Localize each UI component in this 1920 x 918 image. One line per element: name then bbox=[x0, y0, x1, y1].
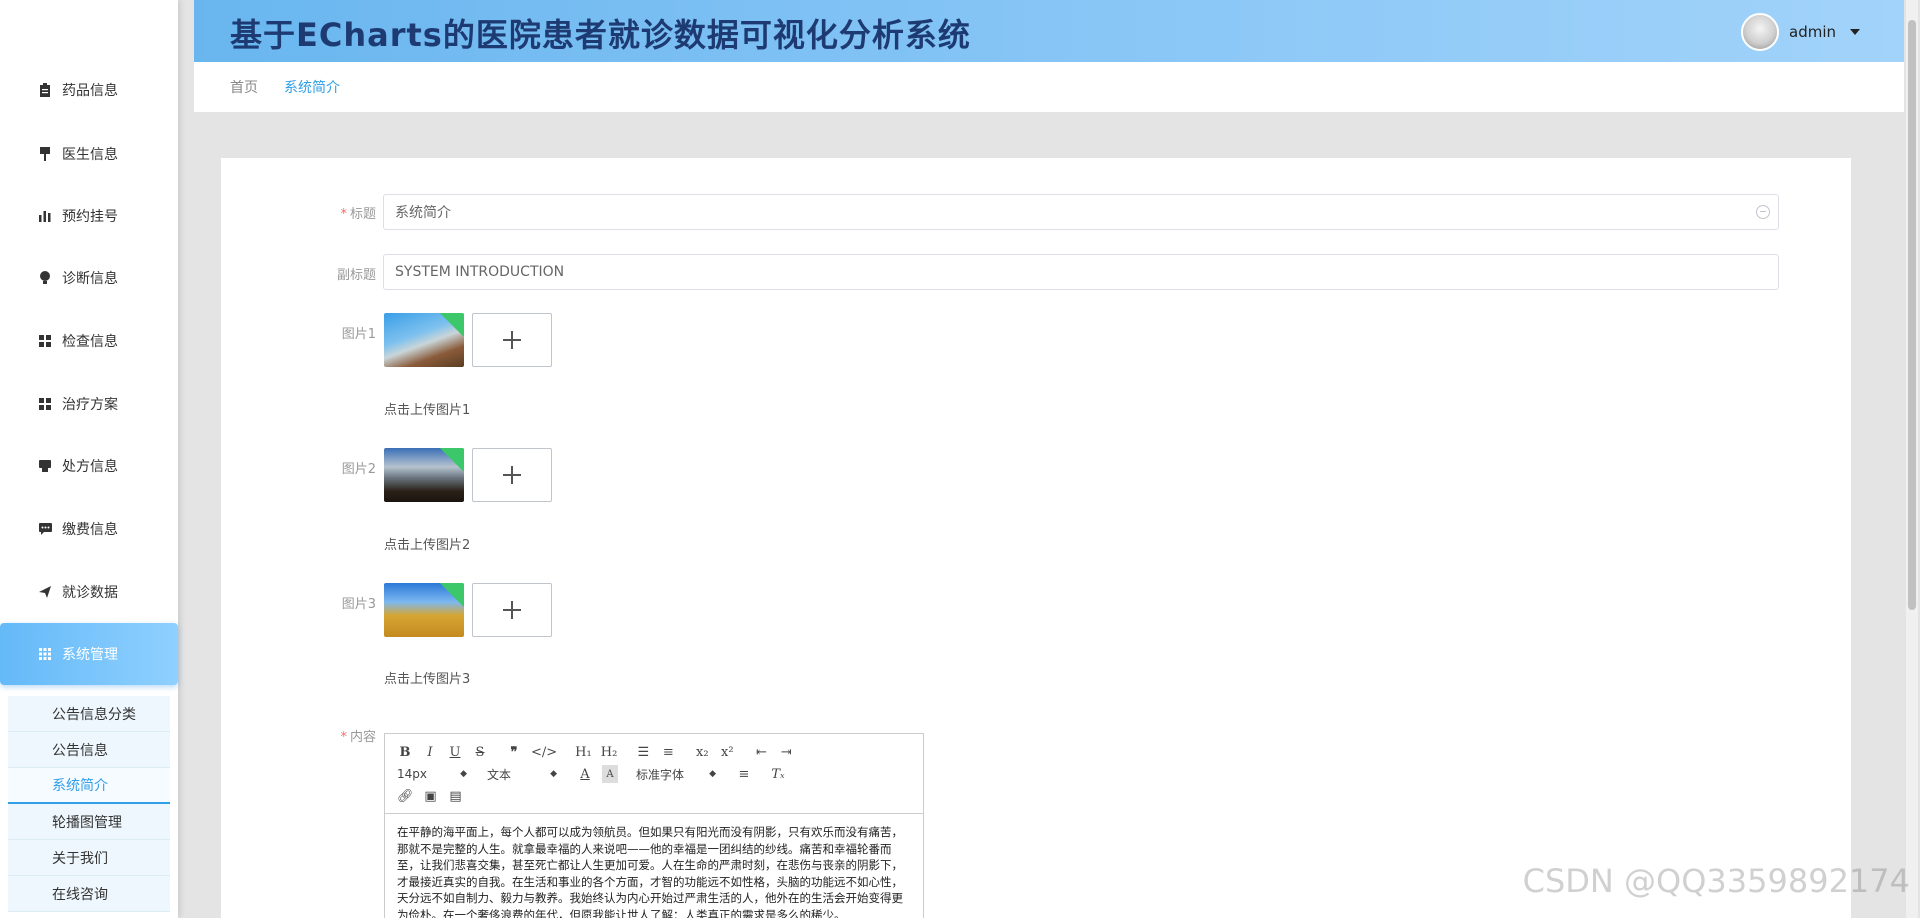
blockquote-button[interactable]: ❞ bbox=[506, 743, 522, 761]
subtitle-input[interactable]: SYSTEM INTRODUCTION bbox=[383, 254, 1779, 290]
image1-upload-tip: 点击上传图片1 bbox=[384, 403, 471, 418]
editor-toolbar: B I U S ❞ </> H₁ H₂ ☰ ≡ x₂ x² ⇤ ⇥ 14px ◆ … bbox=[385, 734, 923, 814]
sidebar-item-label: 药品信息 bbox=[62, 83, 118, 99]
subtitle-label: 副标题 bbox=[336, 268, 376, 283]
italic-button[interactable]: I bbox=[422, 743, 438, 761]
code-block-button[interactable]: </> bbox=[531, 743, 557, 761]
heading2-button[interactable]: H₂ bbox=[601, 743, 618, 761]
avatar[interactable] bbox=[1741, 13, 1779, 51]
image2-upload-tip: 点击上传图片2 bbox=[384, 538, 471, 553]
editor-content[interactable]: 在平静的海平面上，每个人都可以成为领航员。但如果只有阳光而没有阴影，只有欢乐而没… bbox=[385, 814, 923, 918]
strikethrough-button[interactable]: S bbox=[472, 743, 488, 761]
header: 基于ECharts的医院患者就诊数据可视化分析系统 admin bbox=[194, 0, 1904, 62]
form-card: * 标题 系统简介 副标题 SYSTEM INTRODUCTION 图片1 点击上… bbox=[221, 158, 1851, 918]
printer-icon bbox=[38, 459, 52, 473]
clipboard-icon bbox=[38, 83, 52, 97]
sidebar-item-appointment[interactable]: 预约挂号 bbox=[0, 196, 178, 236]
sidebar-item-label: 诊断信息 bbox=[62, 271, 118, 287]
sidebar-item-label: 医生信息 bbox=[62, 147, 118, 163]
scrollbar-thumb[interactable] bbox=[1908, 20, 1916, 610]
rich-text-editor[interactable]: B I U S ❞ </> H₁ H₂ ☰ ≡ x₂ x² ⇤ ⇥ 14px ◆ … bbox=[384, 733, 924, 918]
app-title: 基于ECharts的医院患者就诊数据可视化分析系统 bbox=[230, 16, 971, 54]
sidebar-item-label: 预约挂号 bbox=[62, 209, 118, 225]
sidebar-item-label: 处方信息 bbox=[62, 459, 118, 475]
system-management-submenu: 公告信息分类 公告信息 系统简介 轮播图管理 关于我们 在线咨询 bbox=[8, 696, 170, 912]
sidebar-item-label: 检查信息 bbox=[62, 334, 118, 350]
user-menu[interactable]: admin bbox=[1741, 13, 1860, 51]
image2-upload-button[interactable] bbox=[472, 448, 552, 502]
grid-icon bbox=[38, 334, 52, 348]
chat-icon bbox=[38, 522, 52, 536]
sidebar-item-label: 就诊数据 bbox=[62, 585, 118, 601]
sidebar-item-examination[interactable]: 检查信息 bbox=[0, 321, 178, 361]
grid-icon bbox=[38, 397, 52, 411]
page-scrollbar[interactable] bbox=[1906, 0, 1918, 918]
font-size-select[interactable]: 14px ◆ bbox=[397, 765, 467, 783]
image3-thumbnail[interactable] bbox=[384, 583, 464, 637]
underline-button[interactable]: U bbox=[447, 743, 463, 761]
pin-icon bbox=[38, 147, 52, 161]
sidebar-item-label: 治疗方案 bbox=[62, 397, 118, 413]
clear-format-button[interactable]: Tₓ bbox=[770, 765, 786, 783]
heading1-button[interactable]: H₁ bbox=[575, 743, 592, 761]
breadcrumb: 首页 系统简介 bbox=[194, 62, 1904, 112]
indent-button[interactable]: ⇥ bbox=[778, 743, 794, 761]
breadcrumb-current: 系统简介 bbox=[284, 80, 340, 96]
ordered-list-button[interactable]: ☰ bbox=[635, 743, 651, 761]
username[interactable]: admin bbox=[1789, 23, 1836, 41]
sidebar-item-treatment[interactable]: 治疗方案 bbox=[0, 384, 178, 424]
submenu-item-carousel[interactable]: 轮播图管理 bbox=[8, 804, 170, 840]
bold-button[interactable]: B bbox=[397, 743, 413, 761]
link-icon[interactable]: 🔗︎ bbox=[397, 787, 414, 805]
image3-upload-tip: 点击上传图片3 bbox=[384, 672, 471, 687]
background-color-button[interactable]: A bbox=[602, 765, 618, 783]
sidebar: 药品信息 医生信息 预约挂号 诊断信息 检查信息 治疗方案 处方信息 缴费信息 … bbox=[0, 0, 178, 918]
submenu-item-online-consult[interactable]: 在线咨询 bbox=[8, 876, 170, 912]
image2-thumbnail[interactable] bbox=[384, 448, 464, 502]
submenu-item-about-us[interactable]: 关于我们 bbox=[8, 840, 170, 876]
clear-icon[interactable] bbox=[1756, 205, 1770, 219]
plus-icon bbox=[503, 601, 521, 619]
sidebar-item-label: 缴费信息 bbox=[62, 522, 118, 538]
apps-icon bbox=[38, 647, 52, 661]
image1-thumbnail[interactable] bbox=[384, 313, 464, 367]
align-button[interactable]: ≡ bbox=[736, 765, 752, 783]
sidebar-item-medicine[interactable]: 药品信息 bbox=[0, 70, 178, 110]
image3-label: 图片3 bbox=[341, 597, 376, 612]
video-icon[interactable]: ▤ bbox=[448, 787, 464, 805]
subscript-button[interactable]: x₂ bbox=[694, 743, 710, 761]
sidebar-item-system-management[interactable]: 系统管理 bbox=[0, 623, 178, 685]
content-label: * 内容 bbox=[340, 730, 376, 745]
sidebar-item-payment[interactable]: 缴费信息 bbox=[0, 509, 178, 549]
send-icon bbox=[38, 585, 52, 599]
watermark: CSDN @QQ3359892174 bbox=[1522, 862, 1910, 900]
image-icon[interactable]: ▣ bbox=[423, 787, 439, 805]
bullet-list-button[interactable]: ≡ bbox=[660, 743, 676, 761]
title-label: * 标题 bbox=[340, 207, 376, 222]
outdent-button[interactable]: ⇤ bbox=[753, 743, 769, 761]
image1-label: 图片1 bbox=[341, 327, 376, 342]
text-type-select[interactable]: 文本 ◆ bbox=[487, 765, 557, 783]
font-color-button[interactable]: A bbox=[577, 765, 593, 783]
submenu-item-notice[interactable]: 公告信息 bbox=[8, 732, 170, 768]
image1-upload-button[interactable] bbox=[472, 313, 552, 367]
bulb-icon bbox=[38, 271, 52, 285]
breadcrumb-home[interactable]: 首页 bbox=[230, 77, 258, 97]
font-family-select[interactable]: 标准字体 ◆ bbox=[636, 765, 716, 783]
superscript-button[interactable]: x² bbox=[719, 743, 735, 761]
caret-down-icon[interactable] bbox=[1850, 29, 1860, 35]
sidebar-item-doctor[interactable]: 医生信息 bbox=[0, 134, 178, 174]
submenu-item-system-intro[interactable]: 系统简介 bbox=[8, 768, 170, 804]
sidebar-item-label: 系统管理 bbox=[62, 647, 118, 663]
title-input[interactable]: 系统简介 bbox=[383, 194, 1779, 230]
bar-chart-icon bbox=[38, 209, 52, 223]
plus-icon bbox=[503, 331, 521, 349]
image3-upload-button[interactable] bbox=[472, 583, 552, 637]
submenu-item-notice-category[interactable]: 公告信息分类 bbox=[8, 696, 170, 732]
plus-icon bbox=[503, 466, 521, 484]
sidebar-item-prescription[interactable]: 处方信息 bbox=[0, 446, 178, 486]
image2-label: 图片2 bbox=[341, 462, 376, 477]
sidebar-item-diagnosis[interactable]: 诊断信息 bbox=[0, 258, 178, 298]
sidebar-item-visit-data[interactable]: 就诊数据 bbox=[0, 572, 178, 612]
